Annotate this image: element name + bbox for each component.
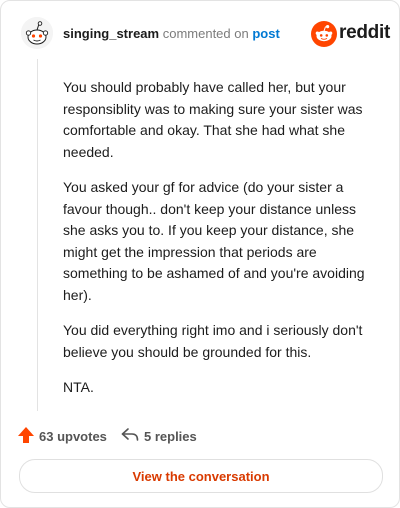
comment-paragraph: You did everything right imo and i serio… (63, 322, 363, 360)
commented-on-text: commented on (162, 26, 249, 41)
comment-paragraph: You should probably have called her, but… (63, 79, 363, 160)
snoo-avatar-icon (21, 17, 53, 49)
comment-header: singing_stream commented on post reddit (1, 1, 400, 71)
reddit-wordmark: reddit (339, 22, 390, 43)
comment-body: You should probably have called her, but… (63, 77, 381, 413)
reddit-logo-icon (311, 21, 337, 47)
view-conversation-button[interactable]: View the conversation (19, 459, 383, 493)
reply-count[interactable]: 5 replies (144, 429, 197, 444)
post-link[interactable]: post (252, 26, 279, 41)
comment-byline: singing_stream commented on post (63, 26, 280, 42)
comment-card: singing_stream commented on post reddit … (0, 0, 400, 508)
reply-arrow-icon[interactable] (121, 427, 139, 443)
comment-footer: 63 upvotes 5 replies (1, 421, 400, 449)
username-link[interactable]: singing_stream (63, 26, 159, 41)
upvote-arrow-icon[interactable] (17, 426, 35, 444)
comment-paragraph: You asked your gf for advice (do your si… (63, 179, 365, 303)
user-avatar[interactable] (21, 17, 53, 49)
thread-line (37, 59, 38, 411)
upvote-count: 63 upvotes (39, 429, 107, 444)
comment-paragraph: NTA. (63, 379, 94, 395)
